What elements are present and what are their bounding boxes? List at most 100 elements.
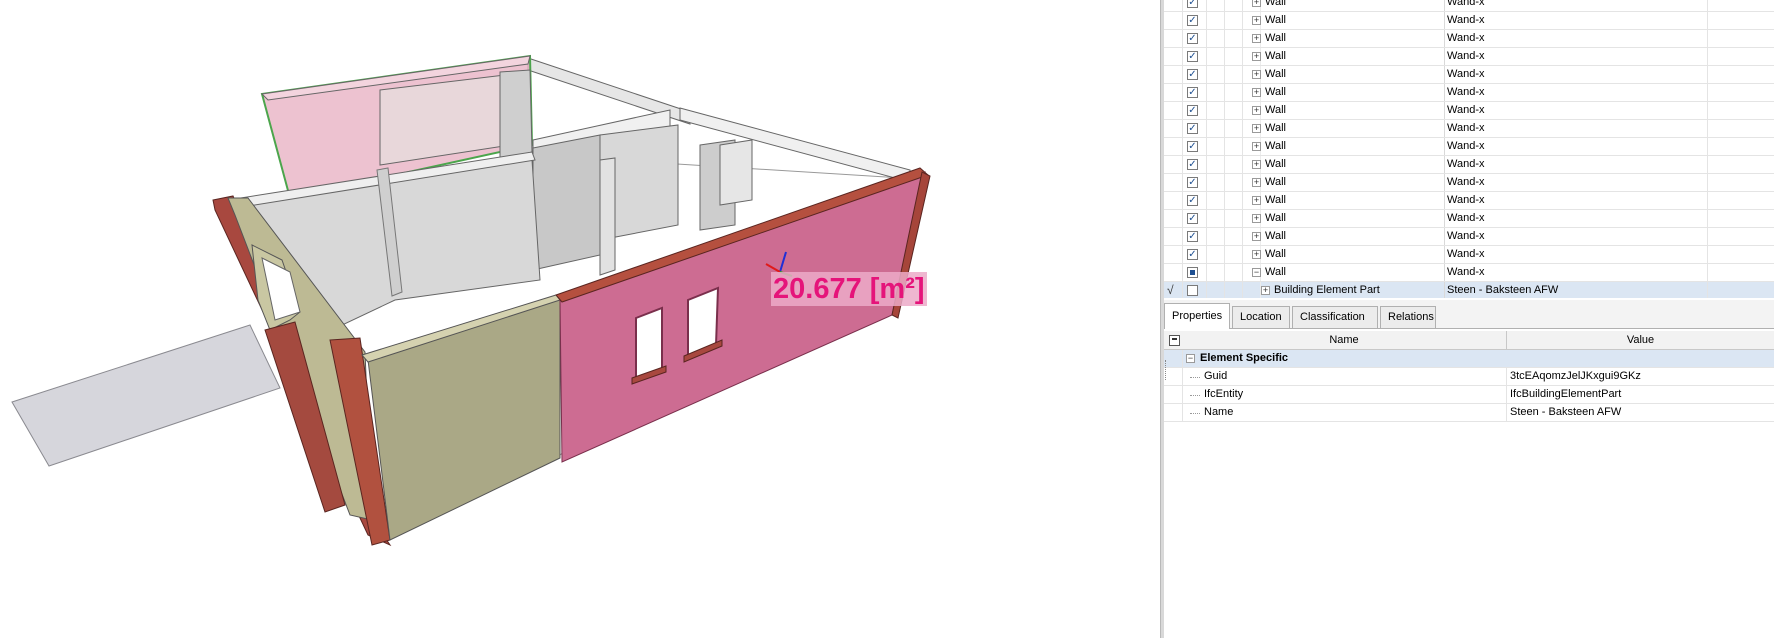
tree-row[interactable]: ✓ + Wall Wand-x (1164, 210, 1774, 228)
right-panel: ✓ + Wall Wand-x ✓ + Wall Wand-x ✓ + Wall Wand-x ✓ + Wa… (1164, 0, 1774, 638)
tree-row-value: Wand-x (1447, 122, 1485, 134)
property-name: Name (1204, 406, 1234, 418)
visibility-checkbox[interactable]: ✓ (1187, 15, 1198, 26)
expand-icon[interactable]: + (1252, 124, 1261, 133)
visibility-checkbox[interactable]: ✓ (1187, 231, 1198, 242)
side-resize-grip[interactable] (1165, 360, 1168, 380)
tree-row-name: Wall (1265, 50, 1286, 62)
tree-row-name: Wall (1265, 140, 1286, 152)
visibility-checkbox[interactable]: ✓ (1187, 69, 1198, 80)
area-measurement-label: 20.677 [m²] (771, 272, 927, 306)
tree-row-name: Wall (1265, 230, 1286, 242)
visibility-checkbox[interactable]: ✓ (1187, 87, 1198, 98)
expand-icon[interactable]: + (1252, 106, 1261, 115)
property-value[interactable]: 3tcEAqomzJelJKxgui9GKz (1510, 370, 1641, 382)
visibility-checkbox[interactable]: ✓ (1187, 177, 1198, 188)
tree-row-name: Wall (1265, 212, 1286, 224)
expand-icon[interactable]: + (1252, 142, 1261, 151)
tree-row-value: Wand-x (1447, 266, 1485, 278)
tree-row-mark: √ (1167, 283, 1174, 297)
visibility-checkbox[interactable]: ✓ (1187, 249, 1198, 260)
tree-row[interactable]: ✓ + Wall Wand-x (1164, 30, 1774, 48)
property-value[interactable]: IfcBuildingElementPart (1510, 388, 1621, 400)
property-row[interactable]: Name Steen - Baksteen AFW (1164, 404, 1774, 422)
expand-icon[interactable]: + (1252, 160, 1261, 169)
tree-row[interactable]: ✓ + Wall Wand-x (1164, 156, 1774, 174)
collapse-icon[interactable]: − (1186, 354, 1195, 363)
3d-viewport[interactable]: 20.677 [m²] (0, 0, 1160, 638)
visibility-checkbox[interactable] (1187, 285, 1198, 296)
tree-row[interactable]: ✓ + Wall Wand-x (1164, 174, 1774, 192)
tree-row-name: Wall (1265, 248, 1286, 260)
tree-row-value: Wand-x (1447, 194, 1485, 206)
tree-row-name: Wall (1265, 0, 1286, 8)
tree-row-value: Wand-x (1447, 248, 1485, 260)
property-row[interactable]: IfcEntity IfcBuildingElementPart (1164, 386, 1774, 404)
property-group-row[interactable]: − Element Specific (1164, 350, 1774, 368)
property-tabs: Properties Location Classification Relation… (1164, 300, 1774, 329)
visibility-checkbox[interactable]: ✓ (1187, 0, 1198, 8)
tree-row-value: Wand-x (1447, 0, 1485, 8)
expand-icon[interactable]: + (1252, 178, 1261, 187)
visibility-checkbox[interactable]: ✓ (1187, 195, 1198, 206)
tree-row-name: Wall (1265, 194, 1286, 206)
tree-row[interactable]: ✓ + Wall Wand-x (1164, 192, 1774, 210)
expand-icon[interactable]: + (1252, 70, 1261, 79)
tree-row-name: Building Element Part (1274, 284, 1380, 296)
tree-row-value: Wand-x (1447, 32, 1485, 44)
tree-row-value: Wand-x (1447, 86, 1485, 98)
expand-icon[interactable]: + (1261, 286, 1270, 295)
tree-row-name: Wall (1265, 86, 1286, 98)
column-header-name[interactable]: Name (1182, 334, 1506, 346)
tree-row[interactable]: ✓ + Wall Wand-x (1164, 12, 1774, 30)
property-group-label: Element Specific (1200, 352, 1289, 364)
tree-row-value: Wand-x (1447, 104, 1485, 116)
expand-icon[interactable]: + (1252, 250, 1261, 259)
grid-settings-icon[interactable] (1169, 335, 1180, 346)
tree-row[interactable]: − Wall Wand-x (1164, 264, 1774, 282)
expand-icon[interactable]: + (1252, 52, 1261, 61)
visibility-checkbox[interactable]: ✓ (1187, 213, 1198, 224)
tab-relations[interactable]: Relations (1380, 306, 1436, 328)
expand-icon[interactable]: + (1252, 88, 1261, 97)
tree-row-name: Wall (1265, 68, 1286, 80)
visibility-checkbox[interactable]: ✓ (1187, 141, 1198, 152)
property-value[interactable]: Steen - Baksteen AFW (1510, 406, 1621, 418)
building-model[interactable] (0, 0, 1160, 638)
expand-icon[interactable]: + (1252, 0, 1261, 7)
tree-row[interactable]: ✓ + Wall Wand-x (1164, 66, 1774, 84)
expand-icon[interactable]: + (1252, 232, 1261, 241)
interior-wall-4 (532, 134, 601, 271)
visibility-checkbox[interactable]: ✓ (1187, 123, 1198, 134)
tree-row[interactable]: ✓ + Wall Wand-x (1164, 102, 1774, 120)
expand-icon[interactable]: + (1252, 196, 1261, 205)
expand-icon[interactable]: + (1252, 214, 1261, 223)
expand-icon[interactable]: − (1252, 268, 1261, 277)
model-tree[interactable]: ✓ + Wall Wand-x ✓ + Wall Wand-x ✓ + Wall Wand-x ✓ + Wa… (1164, 0, 1774, 298)
tree-row-value: Wand-x (1447, 14, 1485, 26)
tree-row[interactable]: ✓ + Wall Wand-x (1164, 48, 1774, 66)
tree-row[interactable]: ✓ + Wall Wand-x (1164, 120, 1774, 138)
tree-row[interactable]: ✓ + Wall Wand-x (1164, 246, 1774, 264)
tab-location[interactable]: Location (1232, 306, 1290, 328)
tree-row-value: Wand-x (1447, 50, 1485, 62)
property-name: IfcEntity (1204, 388, 1244, 400)
visibility-checkbox[interactable]: ✓ (1187, 51, 1198, 62)
visibility-checkbox[interactable]: ✓ (1187, 159, 1198, 170)
tree-row[interactable]: ✓ + Wall Wand-x (1164, 84, 1774, 102)
tree-row-name: Wall (1265, 158, 1286, 170)
tree-row-value: Wand-x (1447, 212, 1485, 224)
visibility-checkbox[interactable] (1187, 267, 1198, 278)
tree-row[interactable]: ✓ + Wall Wand-x (1164, 138, 1774, 156)
expand-icon[interactable]: + (1252, 16, 1261, 25)
tree-row-value: Wand-x (1447, 230, 1485, 242)
tree-row[interactable]: ✓ + Wall Wand-x (1164, 228, 1774, 246)
expand-icon[interactable]: + (1252, 34, 1261, 43)
property-row[interactable]: Guid 3tcEAqomzJelJKxgui9GKz (1164, 368, 1774, 386)
tab-properties[interactable]: Properties (1164, 303, 1230, 329)
visibility-checkbox[interactable]: ✓ (1187, 33, 1198, 44)
tab-classification[interactable]: Classification (1292, 306, 1378, 328)
tree-row[interactable]: ✓ + Wall Wand-x (1164, 0, 1774, 12)
column-header-value[interactable]: Value (1507, 334, 1774, 346)
visibility-checkbox[interactable]: ✓ (1187, 105, 1198, 116)
